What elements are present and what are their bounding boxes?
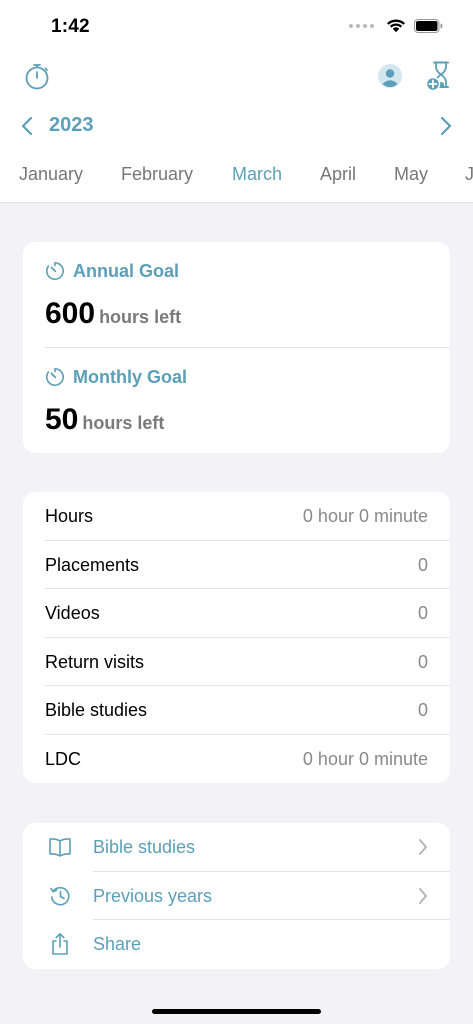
wifi-icon xyxy=(387,19,405,33)
add-time-button[interactable] xyxy=(421,58,457,94)
hourglass-add-icon xyxy=(425,61,449,92)
status-time: 1:42 xyxy=(51,16,90,37)
header-area: 1:42 2023 January February March April M… xyxy=(0,0,473,203)
monthly-goal-value: 50 hours left xyxy=(45,403,164,437)
stat-label: Return visits xyxy=(45,651,145,672)
stat-value: 0 xyxy=(417,603,428,623)
timer-icon xyxy=(46,367,64,386)
chevron-left-icon xyxy=(21,116,33,136)
profile-icon xyxy=(378,64,402,88)
month-tab-june[interactable]: J xyxy=(465,164,473,185)
next-year-button[interactable] xyxy=(433,112,459,140)
previous-years-link[interactable]: Previous years xyxy=(23,872,450,921)
month-tab-may[interactable]: May xyxy=(394,164,428,185)
screen: 1:42 2023 January February March April M… xyxy=(0,0,473,1024)
stat-row-placements: Placements 0 xyxy=(23,541,450,589)
status-icons xyxy=(349,18,443,33)
stat-value: 0 xyxy=(417,554,428,575)
profile-button[interactable] xyxy=(372,58,408,94)
bible-studies-link[interactable]: Bible studies xyxy=(23,823,450,872)
month-tab-january[interactable]: January xyxy=(19,164,83,185)
share-icon xyxy=(47,932,73,956)
timer-icon xyxy=(46,261,64,280)
goals-card: Annual Goal 600 hours left Monthly Goal 5… xyxy=(23,242,450,453)
year-label[interactable]: 2023 xyxy=(49,114,94,137)
link-label: Share xyxy=(93,934,142,955)
stat-value: 0 hour 0 minute xyxy=(302,748,428,769)
stat-label: LDC xyxy=(45,748,82,769)
month-tab-april[interactable]: April xyxy=(320,164,356,185)
annual-goal-hours: 600 xyxy=(45,297,96,330)
month-selector: January February March April May J xyxy=(0,160,473,190)
history-icon xyxy=(47,884,73,908)
annual-goal-value: 600 hours left xyxy=(45,297,181,331)
battery-icon xyxy=(414,18,443,33)
links-card: Bible studies Previous years Share xyxy=(23,823,450,969)
chevron-right-icon xyxy=(419,839,427,855)
book-icon xyxy=(47,835,73,859)
stat-value: 0 xyxy=(417,651,428,672)
annual-goal-title: Annual Goal xyxy=(73,261,180,281)
stats-card: Hours 0 hour 0 minute Placements 0 Video… xyxy=(23,492,450,783)
monthly-goal-hours: 50 xyxy=(45,403,79,436)
previous-year-button[interactable] xyxy=(14,112,40,140)
annual-goal-unit: hours left xyxy=(99,307,182,327)
stat-row-ldc: LDC 0 hour 0 minute xyxy=(23,735,450,784)
stat-label: Bible studies xyxy=(45,700,148,720)
monthly-goal-title: Monthly Goal xyxy=(73,367,187,387)
toolbar xyxy=(0,58,473,98)
stat-row-return-visits: Return visits 0 xyxy=(23,638,450,686)
home-indicator[interactable] xyxy=(152,1009,321,1014)
chevron-right-icon xyxy=(440,116,452,136)
stopwatch-icon xyxy=(25,64,49,90)
stat-label: Hours xyxy=(45,506,94,526)
month-tab-february[interactable]: February xyxy=(121,164,193,185)
share-link[interactable]: Share xyxy=(23,920,450,969)
status-bar: 1:42 xyxy=(0,0,473,52)
stat-label: Videos xyxy=(45,603,100,623)
monthly-goal-unit: hours left xyxy=(82,413,165,433)
stat-value: 0 hour 0 minute xyxy=(302,506,428,526)
stat-value: 0 xyxy=(417,700,428,720)
cellular-dots-icon xyxy=(349,23,374,28)
year-navigator: 2023 xyxy=(0,110,473,142)
goal-divider xyxy=(45,347,450,348)
stat-row-videos: Videos 0 xyxy=(23,589,450,638)
month-tab-march[interactable]: March xyxy=(232,164,282,185)
stat-label: Placements xyxy=(45,554,140,575)
chevron-right-icon xyxy=(419,887,427,904)
stat-row-bible-studies: Bible studies 0 xyxy=(23,686,450,735)
link-label: Previous years xyxy=(93,885,213,906)
stopwatch-button[interactable] xyxy=(19,58,55,94)
stat-row-hours: Hours 0 hour 0 minute xyxy=(23,492,450,541)
link-label: Bible studies xyxy=(93,837,196,857)
